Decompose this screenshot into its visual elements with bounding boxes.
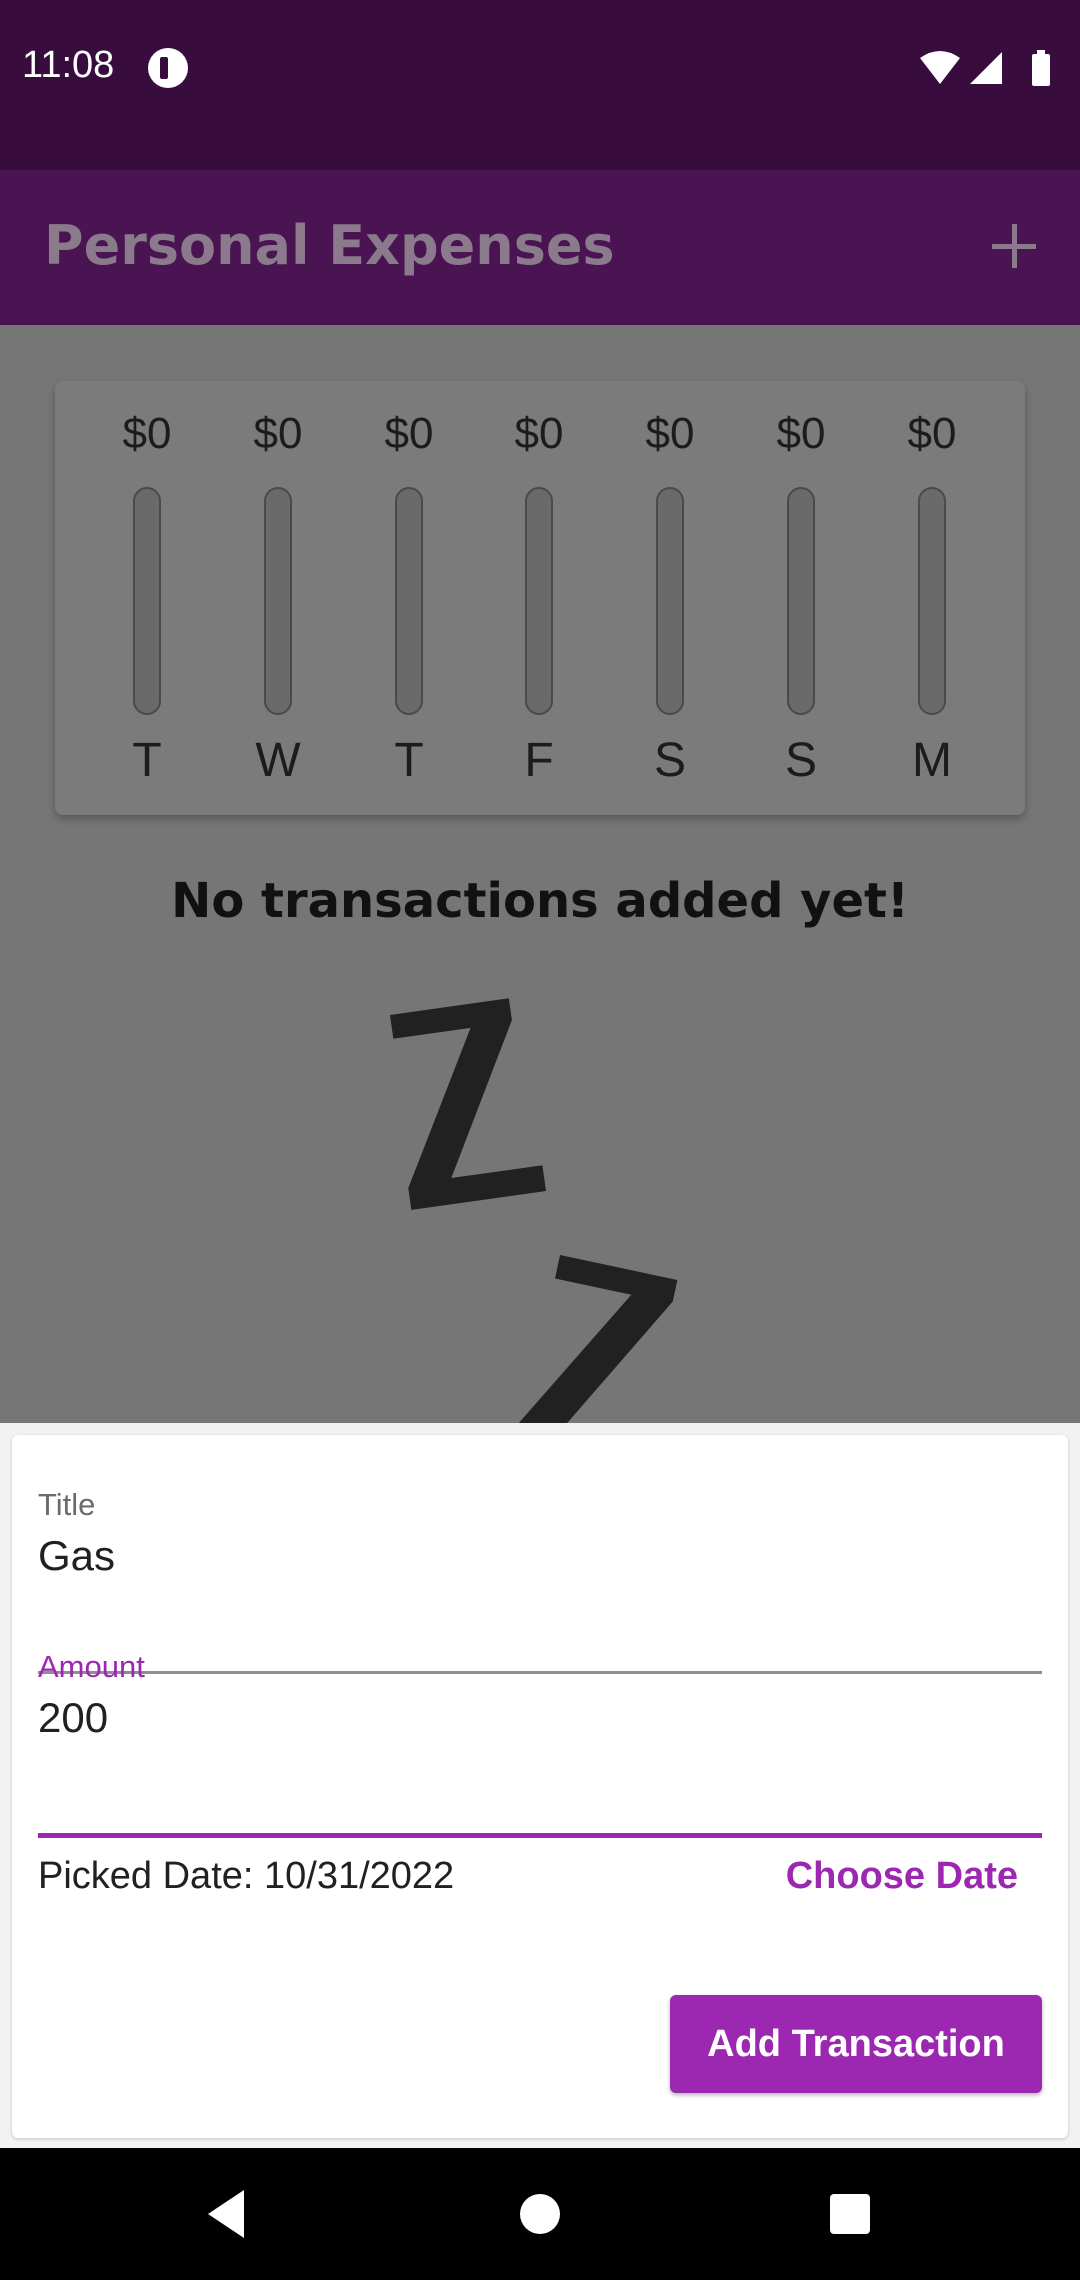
chart-amount-label: $0: [645, 409, 695, 458]
status-bar: 11:08: [0, 0, 1080, 170]
chart-bar: [525, 487, 553, 715]
chart-bar: [918, 487, 946, 715]
chart-column: $0 S: [610, 381, 730, 815]
picked-date-text: Picked Date: 10/31/2022: [38, 1855, 455, 1897]
chart-amount-label: $0: [253, 409, 303, 458]
title-label: Title: [38, 1487, 96, 1522]
chart-amount-label: $0: [907, 409, 957, 458]
chart-day-label: F: [524, 734, 554, 787]
sleeping-z-illustration: [390, 998, 678, 1423]
chart-bar: [787, 487, 815, 715]
chart-amount-label: $0: [776, 409, 826, 458]
status-time: 11:08: [22, 44, 115, 86]
recents-icon[interactable]: [830, 2194, 870, 2234]
status-icons: [920, 50, 1050, 86]
chart-bar: [395, 487, 423, 715]
chart-column: $0 M: [872, 381, 992, 815]
back-icon[interactable]: [204, 2188, 250, 2240]
weekly-chart-card: $0 T $0 W $0 T $0 F $0 S $0 S $0 M: [55, 381, 1025, 815]
chart-day-label: M: [912, 734, 952, 787]
title-field[interactable]: Title Gas: [38, 1487, 1042, 1674]
app-title: Personal Expenses: [44, 214, 615, 277]
notification-icon: [148, 48, 188, 88]
chart-day-label: T: [394, 734, 424, 787]
new-transaction-sheet: Title Gas Amount 200 Picked Date: 10/31/…: [12, 1435, 1068, 2138]
chart-amount-label: $0: [122, 409, 172, 458]
navigation-bar: [0, 2148, 1080, 2280]
chart-column: $0 S: [741, 381, 861, 815]
date-row: Picked Date: 10/31/2022 Choose Date: [38, 1847, 1042, 1907]
chart-bar: [133, 487, 161, 715]
chart-day-label: T: [132, 734, 162, 787]
battery-icon: [1032, 54, 1050, 86]
plus-icon[interactable]: [988, 220, 1040, 272]
chart-column: $0 F: [479, 381, 599, 815]
app-bar: Personal Expenses: [0, 170, 1080, 325]
dimmed-body[interactable]: $0 T $0 W $0 T $0 F $0 S $0 S $0 M No transactions ad…: [0, 325, 1080, 1423]
home-icon[interactable]: [520, 2194, 560, 2234]
choose-date-button[interactable]: Choose Date: [786, 1851, 1018, 1902]
wifi-icon: [920, 51, 960, 84]
chart-day-label: W: [255, 734, 301, 787]
chart-bar: [656, 487, 684, 715]
chart-day-label: S: [653, 734, 686, 787]
chart-column: $0 T: [87, 381, 207, 815]
amount-field[interactable]: Amount 200: [38, 1649, 1042, 1838]
chart-day-label: S: [784, 734, 817, 787]
amount-underline: [38, 1833, 1042, 1838]
chart-column: $0 W: [218, 381, 338, 815]
amount-input[interactable]: 200: [38, 1693, 1042, 1743]
empty-state-message: No transactions added yet!: [171, 873, 909, 929]
chart-amount-label: $0: [384, 409, 434, 458]
title-input[interactable]: Gas: [38, 1531, 1042, 1581]
add-transaction-button[interactable]: Add Transaction: [670, 1995, 1042, 2093]
chart-column: $0 T: [349, 381, 469, 815]
amount-label: Amount: [38, 1649, 145, 1684]
screen: 11:08 Personal Expenses $0 T $0 W $0 T $0 F $0 S $…: [0, 0, 1080, 2280]
chart-bar: [264, 487, 292, 715]
chart-amount-label: $0: [514, 409, 564, 458]
